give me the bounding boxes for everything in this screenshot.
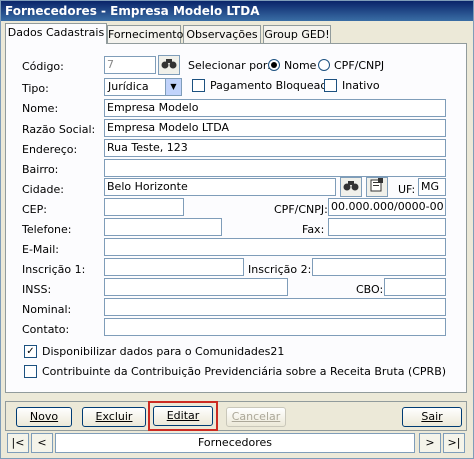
navigator-label: Fornecedores xyxy=(55,433,415,453)
cpf-cnpj-label: CPF/CNPJ: xyxy=(274,203,328,216)
fax-label: Fax: xyxy=(302,223,325,236)
tipo-label: Tipo: xyxy=(22,82,49,95)
uf-field[interactable]: MG xyxy=(418,178,446,196)
novo-button[interactable]: Novo xyxy=(16,407,72,427)
inativo-label: Inativo xyxy=(342,79,380,92)
tipo-select[interactable]: Jurídica ▼ xyxy=(104,78,182,96)
radio-nome-label: Nome xyxy=(284,59,317,72)
cprb-checkbox[interactable] xyxy=(24,365,37,378)
comunidades-checkbox[interactable]: ✓ xyxy=(24,345,37,358)
binoculars-icon[interactable] xyxy=(158,55,180,75)
endereco-label: Endereço: xyxy=(22,143,78,156)
contato-label: Contato: xyxy=(22,323,70,336)
form-panel: Código: 7 Selecionar por: Nome CPF/CNPJ … xyxy=(5,43,467,393)
telefone-label: Telefone: xyxy=(22,223,72,236)
inscricao1-field[interactable] xyxy=(104,258,244,276)
bairro-label: Bairro: xyxy=(22,163,59,176)
cep-field[interactable] xyxy=(104,198,184,216)
cbo-label: CBO: xyxy=(356,283,384,296)
supplier-window: Fornecedores - Empresa Modelo LTDA Dados… xyxy=(0,0,474,459)
first-record-button[interactable]: |< xyxy=(7,433,29,453)
inss-label: INSS: xyxy=(22,283,52,296)
cprb-label: Contribuinte da Contribuição Previdenciá… xyxy=(42,365,447,378)
contato-field[interactable] xyxy=(104,318,446,336)
binoculars-icon[interactable] xyxy=(340,177,362,197)
record-navigator: |< < Fornecedores > >| xyxy=(5,433,467,453)
uf-label: UF: xyxy=(398,183,416,196)
inscricao1-label: Inscrição 1: xyxy=(22,263,86,276)
comunidades-label: Disponibilizar dados para o Comunidades2… xyxy=(42,345,285,358)
nome-field[interactable]: Empresa Modelo xyxy=(104,99,446,117)
email-field[interactable] xyxy=(104,238,446,256)
chevron-down-icon: ▼ xyxy=(165,79,181,95)
inss-field[interactable] xyxy=(104,278,288,296)
tab-observacoes[interactable]: Observações xyxy=(183,25,261,43)
nominal-field[interactable] xyxy=(104,298,446,316)
pagamento-bloqueado-checkbox[interactable] xyxy=(192,79,205,92)
endereco-field[interactable]: Rua Teste, 123 xyxy=(104,139,446,157)
tab-fornecimento[interactable]: Fornecimento xyxy=(107,25,183,43)
cbo-field[interactable] xyxy=(384,278,446,296)
last-record-button[interactable]: >| xyxy=(443,433,465,453)
prev-record-button[interactable]: < xyxy=(31,433,53,453)
razao-social-field[interactable]: Empresa Modelo LTDA xyxy=(104,119,446,137)
razao-social-label: Razão Social: xyxy=(22,123,96,136)
tab-dados-cadastrais[interactable]: Dados Cadastrais xyxy=(5,23,107,44)
tipo-value: Jurídica xyxy=(108,80,149,93)
selecionar-label: Selecionar por: xyxy=(188,59,271,72)
cancelar-button[interactable]: Cancelar xyxy=(226,407,286,427)
cep-label: CEP: xyxy=(22,203,47,216)
tab-group-ged[interactable]: Group GED! xyxy=(263,25,331,43)
fax-field[interactable] xyxy=(328,218,446,236)
nominal-label: Nominal: xyxy=(22,303,72,316)
inscricao2-label: Inscrição 2: xyxy=(248,263,312,276)
codigo-field[interactable]: 7 xyxy=(104,56,156,74)
cidade-label: Cidade: xyxy=(22,183,64,196)
pagamento-bloqueado-label: Pagamento Bloqueado xyxy=(210,79,335,92)
nome-label: Nome: xyxy=(22,102,59,115)
excluir-button[interactable]: Excluir xyxy=(82,407,146,427)
next-record-button[interactable]: > xyxy=(419,433,441,453)
new-record-icon[interactable] xyxy=(366,177,388,197)
radio-nome[interactable] xyxy=(268,59,280,71)
radio-cpf-cnpj[interactable] xyxy=(318,59,330,71)
sair-button[interactable]: Sair xyxy=(402,407,462,427)
codigo-label: Código: xyxy=(22,60,64,73)
telefone-field[interactable] xyxy=(104,218,222,236)
email-label: E-Mail: xyxy=(22,243,59,256)
inativo-checkbox[interactable] xyxy=(324,79,337,92)
radio-cpf-cnpj-label: CPF/CNPJ xyxy=(334,59,385,72)
editar-button[interactable]: Editar xyxy=(153,406,213,426)
action-bar: Novo Excluir Editar Cancelar Sair xyxy=(5,401,467,431)
bairro-field[interactable] xyxy=(104,159,446,177)
window-title: Fornecedores - Empresa Modelo LTDA xyxy=(1,1,473,21)
cpf-cnpj-field[interactable]: 00.000.000/0000-00 xyxy=(328,198,446,216)
cidade-field[interactable]: Belo Horizonte xyxy=(104,178,336,196)
inscricao2-field[interactable] xyxy=(312,258,446,276)
